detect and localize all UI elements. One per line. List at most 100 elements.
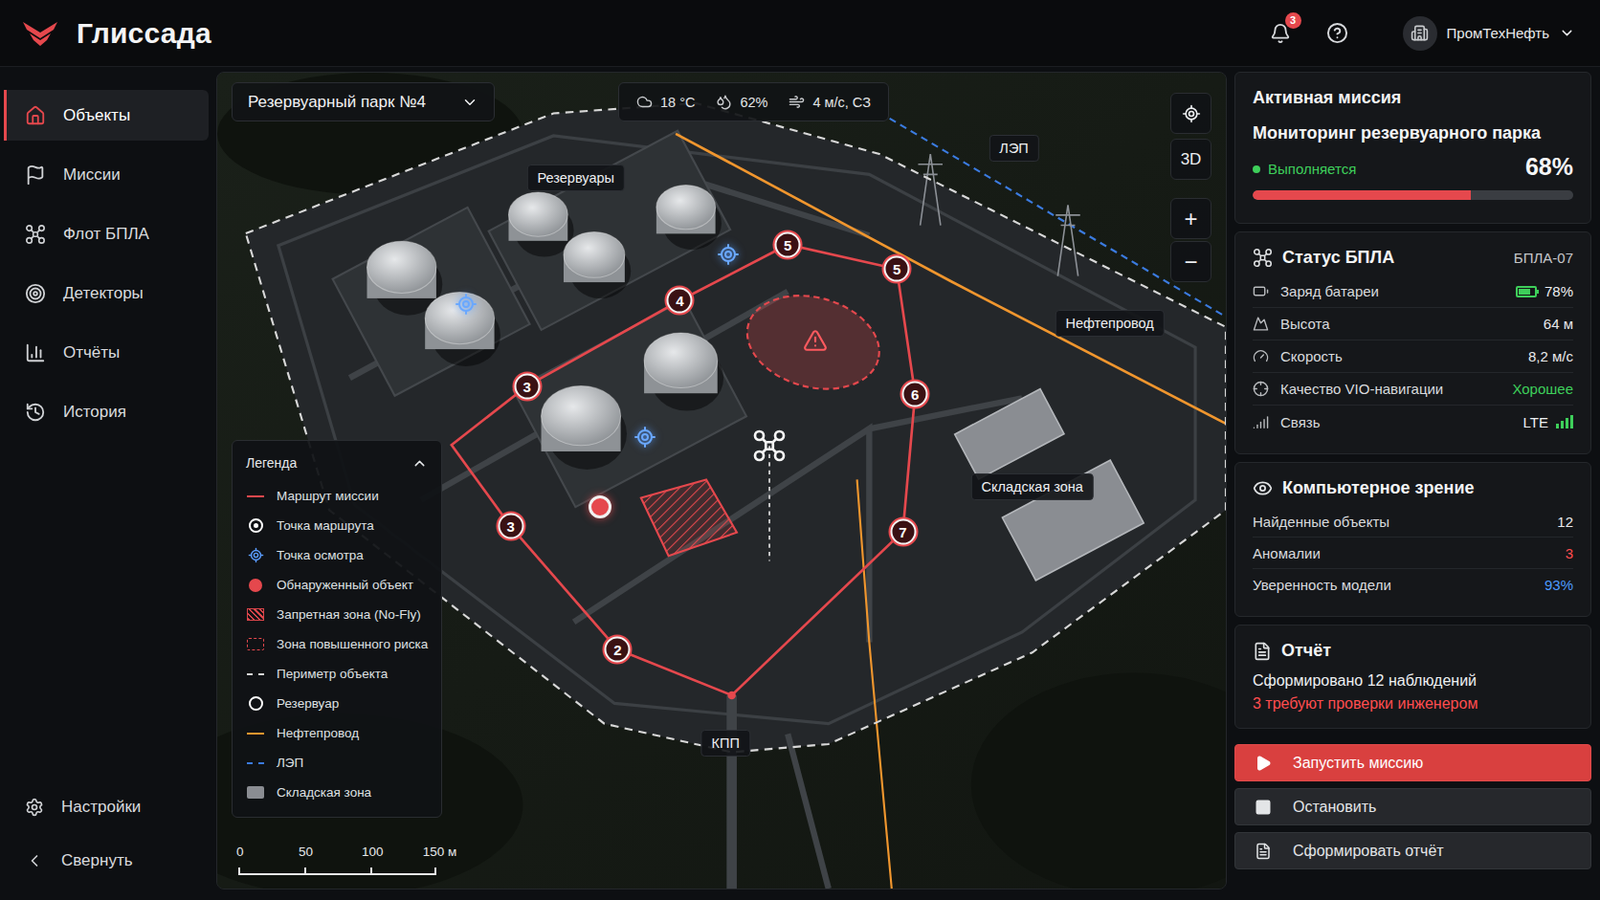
sidebar-footer-item[interactable]: Свернуть: [3, 840, 209, 883]
crosshair-icon: [454, 292, 478, 316]
inspection-swatch: [247, 547, 265, 564]
report-card: ОтчётСформировано 12 наблюдений3 требуют…: [1234, 624, 1592, 730]
route-point[interactable]: 3: [497, 513, 524, 540]
notifications-button[interactable]: 3: [1265, 18, 1296, 49]
sidebar-item[interactable]: История: [3, 386, 209, 438]
navigation-icon: [1252, 380, 1269, 398]
uav-id: БПЛА-07: [1513, 249, 1574, 267]
inspection-point[interactable]: [716, 243, 740, 267]
crosshair-icon: [633, 425, 657, 449]
legend-item: Зона повышенного риска: [245, 629, 428, 660]
route-point[interactable]: 3: [513, 373, 540, 400]
mission-card: Активная миссияМониторинг резервуарного …: [1234, 71, 1592, 224]
legend-item: Запретная зона (No-Fly): [245, 600, 428, 630]
scale-tick: 150 м: [436, 844, 503, 863]
speedometer-icon: [1252, 348, 1269, 365]
sidebar-item[interactable]: Детекторы: [3, 267, 209, 319]
scale-segment: [370, 867, 437, 876]
scale-segment: [304, 867, 371, 876]
tank: [656, 184, 722, 250]
action-button[interactable]: Запустить миссию: [1234, 744, 1592, 782]
route-point[interactable]: 2: [604, 637, 631, 664]
view-toggle[interactable]: 3D: [1170, 138, 1212, 180]
detected-swatch: [248, 578, 263, 593]
help-button[interactable]: [1322, 18, 1354, 49]
route-point[interactable]: 6: [902, 381, 929, 408]
org-switcher[interactable]: ПромТехНефть: [1402, 16, 1576, 51]
legend-item: Периметр объекта: [245, 659, 428, 689]
detected-object[interactable]: [588, 495, 612, 519]
document-icon: [1254, 843, 1272, 861]
legend-swatch: [245, 666, 266, 684]
signal-meter: [1555, 415, 1574, 429]
legend-item: Маршрут миссии: [245, 481, 428, 512]
top-bar: Глиссада 3 ПромТехНефть: [0, 0, 1600, 67]
zoom-button[interactable]: −: [1170, 241, 1212, 283]
pipeline-swatch: [246, 733, 265, 735]
house-icon: [24, 105, 46, 127]
brand[interactable]: Глиссада: [21, 17, 212, 50]
weather-item: 4 м/с, СЗ: [788, 93, 870, 111]
document-icon: [1252, 642, 1272, 662]
mission-status: Выполняется: [1252, 160, 1356, 181]
sidebar-item[interactable]: Миссии: [3, 149, 209, 200]
risk-zone: [736, 281, 890, 403]
legend-item: Нефтепровод: [245, 718, 428, 749]
scale-tick: 50: [304, 844, 371, 863]
inspection-point[interactable]: [454, 292, 478, 316]
chevron-left-icon: [24, 851, 45, 871]
tank: [563, 231, 631, 299]
warehouses: [955, 389, 1145, 581]
vision-stat-row: Уверенность модели93%: [1252, 569, 1574, 601]
uav-status-card: Статус БПЛАБПЛА-07Заряд батареи78%Высота…: [1234, 231, 1592, 455]
sidebar-item[interactable]: Объекты: [3, 89, 209, 141]
wind-icon: [788, 93, 805, 111]
legend-swatch: [245, 695, 266, 713]
app-shell: Глиссада 3 ПромТехНефть Объекты Миссии Флот Б…: [0, 0, 1600, 900]
zoom-controls: +−: [1170, 198, 1212, 283]
action-button[interactable]: Сформировать отчёт: [1234, 832, 1592, 870]
site-select[interactable]: Резервуарный парк №4: [231, 82, 495, 122]
chevron-down-icon: [1558, 24, 1576, 42]
legend-swatch: [245, 755, 266, 773]
legend-swatch: [245, 577, 266, 595]
legend: ЛегендаМаршрут миссииТочка маршрутаТочка…: [231, 440, 443, 819]
header-actions: 3 ПромТехНефть: [1265, 16, 1576, 51]
report-alert: 3 требуют проверки инженером: [1252, 695, 1574, 713]
zoom-button[interactable]: +: [1170, 198, 1212, 240]
action-button[interactable]: Остановить: [1234, 788, 1592, 826]
sidebar-item[interactable]: Отчёты: [3, 327, 209, 378]
scale-bar: 050100150 м: [238, 844, 503, 876]
map-label: КПП: [701, 730, 751, 757]
weather: 18 °C62%4 м/с, СЗ: [618, 82, 889, 122]
legend-toggle[interactable]: Легенда: [245, 448, 428, 478]
legend-swatch: [245, 636, 266, 654]
drone-marker[interactable]: [752, 428, 787, 464]
legend-item: Резервуар: [245, 688, 428, 719]
drone-icon: [752, 428, 787, 464]
power-pylons: [917, 154, 1080, 277]
org-avatar: [1402, 16, 1438, 51]
locate-icon: [1181, 104, 1201, 124]
route-point[interactable]: 5: [775, 231, 801, 258]
sidebar-nav: Объекты Миссии Флот БПЛА Детекторы Отчёты Ист…: [3, 89, 209, 438]
stop-icon: [1254, 799, 1272, 817]
drone-icon: [1252, 247, 1273, 268]
route-point[interactable]: 5: [884, 256, 911, 283]
tank: [424, 291, 501, 367]
map-panel: 23345567РезервуарыЛЭПНефтепроводСкладска…: [216, 71, 1227, 890]
battery-icon: [1252, 283, 1269, 300]
altitude-icon: [1252, 315, 1269, 333]
logo-icon: [21, 19, 60, 48]
locate-button[interactable]: [1170, 92, 1212, 134]
map-label: ЛЭП: [988, 134, 1039, 162]
chevron-down-icon: [461, 93, 479, 112]
signal-icon: [1252, 414, 1269, 431]
route-point[interactable]: 4: [666, 288, 693, 314]
tank-swatch: [248, 696, 264, 712]
sidebar-footer-item[interactable]: Настройки: [3, 786, 209, 829]
inspection-point[interactable]: [633, 425, 657, 449]
sidebar-item[interactable]: Флот БПЛА: [3, 208, 209, 260]
route-point[interactable]: 7: [889, 518, 916, 545]
battery-meter: [1515, 286, 1537, 298]
